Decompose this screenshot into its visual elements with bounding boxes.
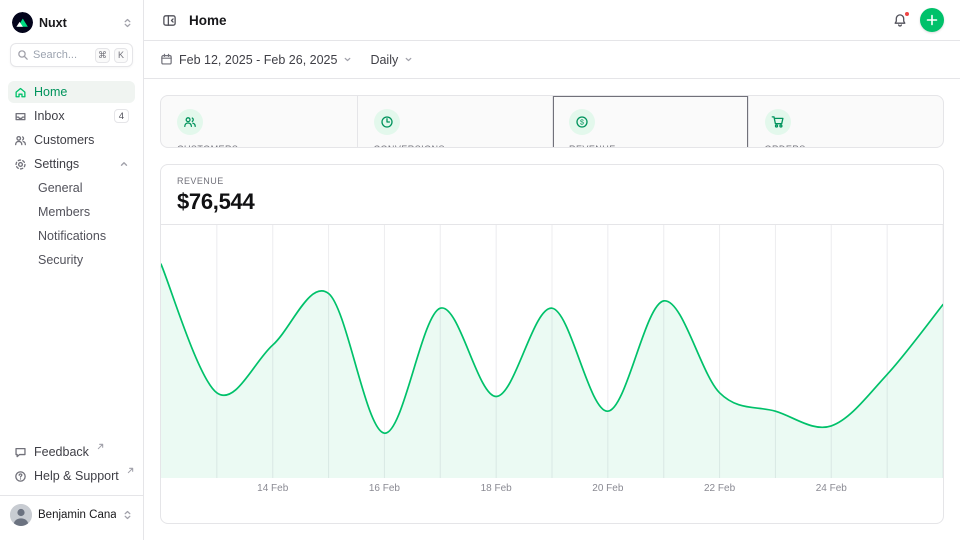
chart-metric-label: REVENUE	[177, 176, 927, 186]
users-icon	[177, 109, 203, 135]
sub-item-label: Notifications	[38, 229, 106, 243]
chevron-down-icon	[404, 55, 413, 64]
inbox-count-badge: 4	[114, 109, 129, 123]
dashboard-content: CUSTOMERS 630 +8% CONVERSIONS	[144, 79, 960, 540]
customers-icon	[14, 134, 27, 147]
feedback-link[interactable]: Feedback	[8, 441, 135, 463]
workspace-name: Nuxt	[39, 16, 116, 30]
workspace-switcher[interactable]: Nuxt	[0, 8, 143, 43]
date-range-label: Feb 12, 2025 - Feb 26, 2025	[179, 53, 337, 67]
page-title: Home	[189, 13, 880, 28]
sidebar: Nuxt Search... ⌘ K	[0, 0, 144, 540]
kbd-meta: ⌘	[95, 48, 110, 63]
external-link-icon	[97, 443, 104, 450]
chart-header: REVENUE $76,544	[161, 165, 943, 225]
revenue-chart-card: REVENUE $76,544 14 Feb 16 Feb 18 Feb 20 Feb…	[160, 164, 944, 524]
user-menu[interactable]: Benjamin Canac	[0, 495, 143, 534]
x-axis-label: 18 Feb	[481, 483, 512, 494]
stat-card-orders[interactable]: ORDERS 219 +15%	[748, 96, 944, 148]
sub-item-label: General	[38, 181, 82, 195]
x-axis-label: 20 Feb	[592, 483, 623, 494]
sidebar-item-security[interactable]: Security	[8, 249, 135, 271]
nuxt-logo-icon	[12, 12, 33, 33]
cart-icon	[765, 109, 791, 135]
kbd-k: K	[114, 48, 128, 63]
page-header: Home	[144, 0, 960, 41]
stats-strip: CUSTOMERS 630 +8% CONVERSIONS	[160, 95, 944, 148]
stat-label: REVENUE	[569, 144, 732, 148]
stat-card-conversions[interactable]: CONVERSIONS 1343 +14%	[357, 96, 553, 148]
search-icon	[17, 49, 29, 61]
stat-label: CUSTOMERS	[177, 144, 341, 148]
chevron-up-down-icon	[122, 509, 133, 521]
x-axis-label: 22 Feb	[704, 483, 735, 494]
inbox-icon	[14, 110, 27, 123]
sidebar-item-home[interactable]: Home	[8, 81, 135, 103]
chevron-down-icon	[343, 55, 352, 64]
home-icon	[14, 86, 27, 99]
sidebar-item-customers[interactable]: Customers	[8, 129, 135, 151]
sidebar-footer: Feedback Help & Support	[0, 441, 143, 540]
settings-gear-icon	[14, 158, 27, 171]
sidebar-item-label: Customers	[34, 133, 129, 147]
sidebar-item-label: Inbox	[34, 109, 107, 123]
external-link-icon	[127, 467, 134, 474]
search-input[interactable]: Search... ⌘ K	[10, 43, 133, 67]
stat-card-revenue[interactable]: $ REVENUE $477,626 +20%	[552, 96, 748, 148]
sidebar-item-general[interactable]: General	[8, 177, 135, 199]
stat-label: CONVERSIONS	[374, 144, 537, 148]
sidebar-nav: Home Inbox 4	[0, 81, 143, 271]
message-bubble-icon	[14, 446, 27, 459]
chevron-up-icon	[119, 159, 129, 169]
calendar-icon	[160, 53, 173, 66]
search-placeholder: Search...	[33, 49, 91, 61]
sub-item-label: Members	[38, 205, 90, 219]
main-panel: Home	[144, 0, 960, 540]
granularity-label: Daily	[370, 53, 398, 67]
svg-text:$: $	[580, 119, 584, 126]
filters-toolbar: Feb 12, 2025 - Feb 26, 2025 Daily	[144, 41, 960, 79]
chart-metric-value: $76,544	[177, 189, 927, 215]
footer-link-label: Feedback	[34, 445, 89, 459]
sidebar-item-members[interactable]: Members	[8, 201, 135, 223]
x-axis-label: 16 Feb	[369, 483, 400, 494]
chevron-up-down-icon	[122, 17, 133, 29]
date-range-button[interactable]: Feb 12, 2025 - Feb 26, 2025	[160, 53, 352, 67]
notifications-button[interactable]	[890, 10, 910, 30]
stat-card-customers[interactable]: CUSTOMERS 630 +8%	[161, 96, 357, 148]
sidebar-item-label: Settings	[34, 157, 112, 171]
x-axis-label: 24 Feb	[816, 483, 847, 494]
sidebar-item-label: Home	[34, 85, 129, 99]
x-axis: 14 Feb 16 Feb 18 Feb 20 Feb 22 Feb 24 Feb	[161, 480, 943, 500]
collapse-sidebar-button[interactable]	[160, 11, 179, 30]
chart-canvas[interactable]: 14 Feb 16 Feb 18 Feb 20 Feb 22 Feb 24 Feb	[161, 225, 943, 503]
sidebar-item-inbox[interactable]: Inbox 4	[8, 105, 135, 127]
notification-dot	[904, 11, 910, 17]
clock-icon	[374, 109, 400, 135]
granularity-select[interactable]: Daily	[370, 53, 413, 67]
sidebar-item-settings[interactable]: Settings	[8, 153, 135, 175]
dollar-circle-icon: $	[569, 109, 595, 135]
stat-label: ORDERS	[765, 144, 928, 148]
user-name: Benjamin Canac	[38, 509, 116, 521]
x-axis-label: 14 Feb	[257, 483, 288, 494]
footer-link-label: Help & Support	[34, 469, 119, 483]
sidebar-item-notifications[interactable]: Notifications	[8, 225, 135, 247]
area-chart[interactable]	[161, 225, 943, 478]
new-item-button[interactable]	[920, 8, 944, 32]
sub-item-label: Security	[38, 253, 83, 267]
help-support-link[interactable]: Help & Support	[8, 465, 135, 487]
help-circle-icon	[14, 470, 27, 483]
avatar	[10, 504, 32, 526]
dashboard-app: Nuxt Search... ⌘ K	[0, 0, 960, 540]
